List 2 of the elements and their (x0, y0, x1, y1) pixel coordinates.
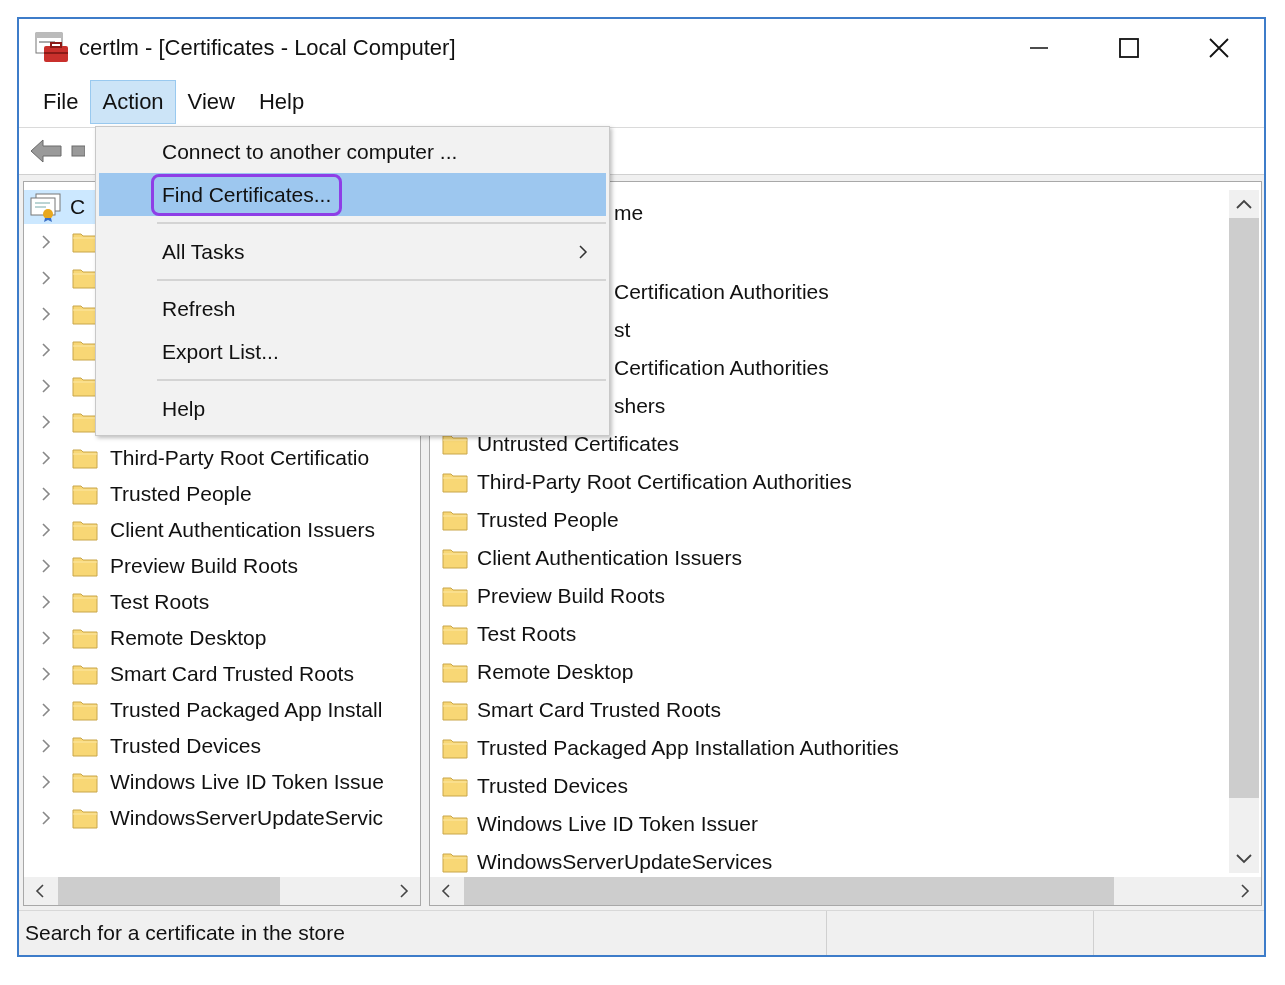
window-title: certlm - [Certificates - Local Computer] (79, 35, 456, 61)
status-text: Search for a certificate in the store (24, 921, 346, 945)
